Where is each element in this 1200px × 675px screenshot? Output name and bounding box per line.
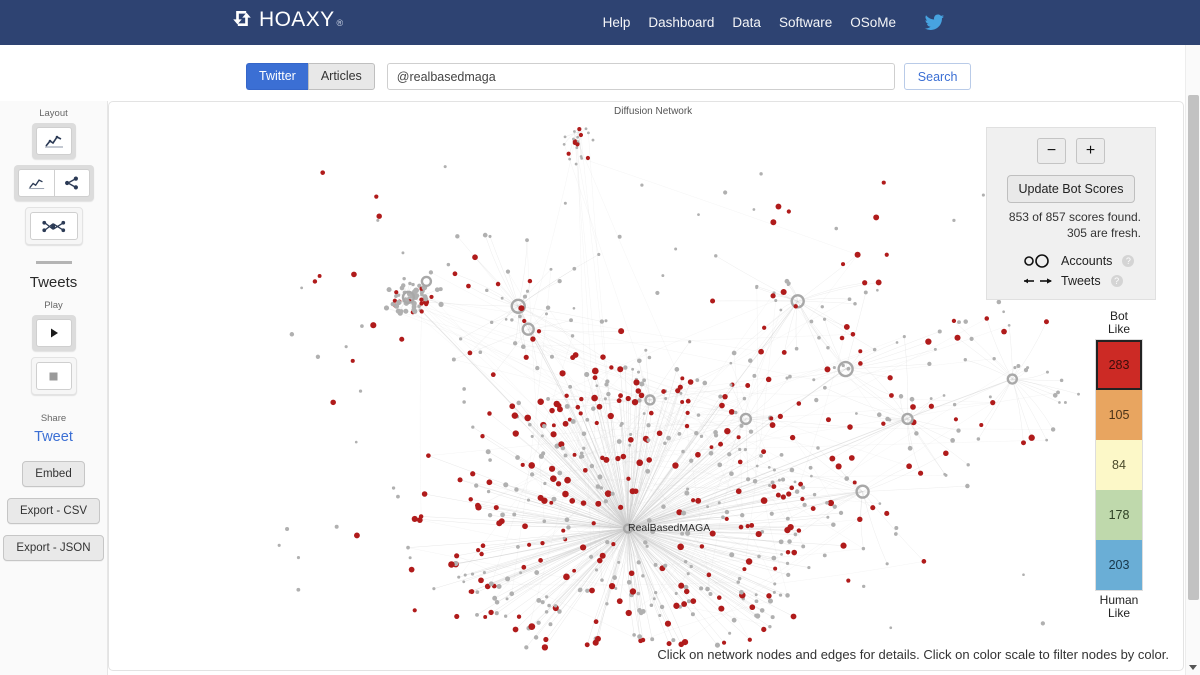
color-scale-band-1[interactable]: 105 (1096, 390, 1142, 440)
line-chart-icon-button[interactable] (35, 127, 72, 155)
color-scale-band-2[interactable]: 84 (1096, 440, 1142, 490)
scrollbar-thumb[interactable] (1188, 95, 1199, 600)
share-section-label: Share (40, 413, 67, 424)
scale-bands[interactable]: 283 105 84 178 203 (1095, 339, 1143, 591)
network-graph-icon (41, 220, 65, 232)
stop-square-icon (49, 372, 58, 380)
two-circles-icon (1021, 254, 1055, 268)
export-json-button[interactable]: Export - JSON (3, 535, 104, 561)
visualization-panel: Diffusion Network RealBasedMAGA − + Upda… (108, 101, 1184, 671)
line-chart-icon (44, 135, 63, 148)
zoom-in-button[interactable]: + (1076, 138, 1105, 164)
twitter-bird-icon[interactable] (924, 13, 945, 32)
scroll-down-arrow-icon[interactable] (1189, 665, 1197, 670)
nav-item-help[interactable]: Help (603, 0, 631, 45)
legend-row-accounts: Accounts ? (1021, 251, 1147, 271)
top-navbar: HOAXY ® Help Dashboard Data Software OSo… (0, 0, 1200, 45)
sidebar-divider (35, 261, 72, 264)
scale-bottom-label: Human Like (1100, 594, 1139, 620)
stop-button[interactable] (30, 357, 77, 395)
brand-text: HOAXY (259, 8, 335, 31)
toggle-twitter[interactable]: Twitter (246, 63, 308, 90)
nav-links: Help Dashboard Data Software OSoMe (603, 0, 945, 45)
legend-label-tweets: Tweets (1061, 274, 1101, 288)
page-scrollbar[interactable] (1185, 45, 1200, 675)
play-button[interactable] (31, 315, 76, 351)
nav-item-software[interactable]: Software (779, 0, 832, 45)
search-input[interactable] (386, 63, 895, 90)
layout-button-split[interactable] (13, 165, 94, 201)
nav-item-dashboard[interactable]: Dashboard (648, 0, 714, 45)
scale-bottom-label-line2: Like (1107, 606, 1130, 620)
toggle-articles[interactable]: Articles (307, 63, 375, 90)
line-chart-icon-button-split[interactable] (17, 169, 54, 197)
layout-button-network[interactable] (24, 207, 83, 245)
two-arrows-icon (1021, 274, 1055, 288)
tweets-section-title: Tweets (29, 274, 78, 291)
help-icon-accounts[interactable]: ? (1122, 255, 1135, 267)
scale-top-label-line2: Like (1107, 322, 1130, 336)
legend-label-accounts: Accounts (1061, 254, 1113, 268)
stop-button-inner[interactable] (35, 362, 72, 390)
color-scale-band-3[interactable]: 178 (1096, 490, 1142, 540)
network-graph-icon-button[interactable] (29, 212, 78, 240)
search-button[interactable]: Search (903, 63, 972, 90)
hoaxy-logo[interactable]: HOAXY ® (232, 9, 343, 30)
help-icon-tweets[interactable]: ? (1110, 275, 1123, 287)
share-network-icon (65, 176, 78, 190)
tweet-share-link[interactable]: Tweet (34, 429, 73, 445)
play-button-inner[interactable] (35, 319, 72, 347)
share-network-icon-button[interactable] (53, 169, 90, 197)
scores-found-text: 853 of 857 scores found. (1008, 210, 1141, 224)
export-csv-button[interactable]: Export - CSV (6, 498, 101, 524)
color-scale-band-0[interactable]: 283 (1096, 340, 1142, 390)
scale-top-label: Bot Like (1108, 310, 1130, 336)
bot-score-color-scale: Bot Like 283 105 84 178 203 Human Like (1089, 310, 1149, 620)
retweet-icon (233, 11, 251, 26)
embed-button[interactable]: Embed (22, 461, 85, 487)
nav-item-osome[interactable]: OSoMe (850, 0, 896, 45)
legend-row-tweets: Tweets ? (1021, 271, 1147, 291)
layout-button-timeline[interactable] (31, 123, 76, 159)
update-bot-scores-button[interactable]: Update Bot Scores (1006, 175, 1136, 203)
graph-controls-box: − + Update Bot Scores 853 of 857 scores … (986, 127, 1156, 300)
left-sidebar: Layout Tweets Play Share Tweet Embed Exp… (0, 101, 108, 675)
play-triangle-icon (50, 328, 58, 338)
zoom-out-button[interactable]: − (1037, 138, 1066, 164)
nav-item-data[interactable]: Data (732, 0, 761, 45)
line-chart-icon (28, 178, 44, 189)
panel-footer-hint: Click on network nodes and edges for det… (657, 647, 1169, 662)
scores-fresh-text: 305 are fresh. (1066, 226, 1141, 240)
layout-section-label: Layout (39, 108, 68, 119)
brand-registered-mark: ® (336, 18, 344, 28)
color-scale-band-4[interactable]: 203 (1096, 540, 1142, 590)
play-section-label: Play (44, 300, 63, 311)
search-bar: Twitter Articles Search (0, 57, 1200, 101)
